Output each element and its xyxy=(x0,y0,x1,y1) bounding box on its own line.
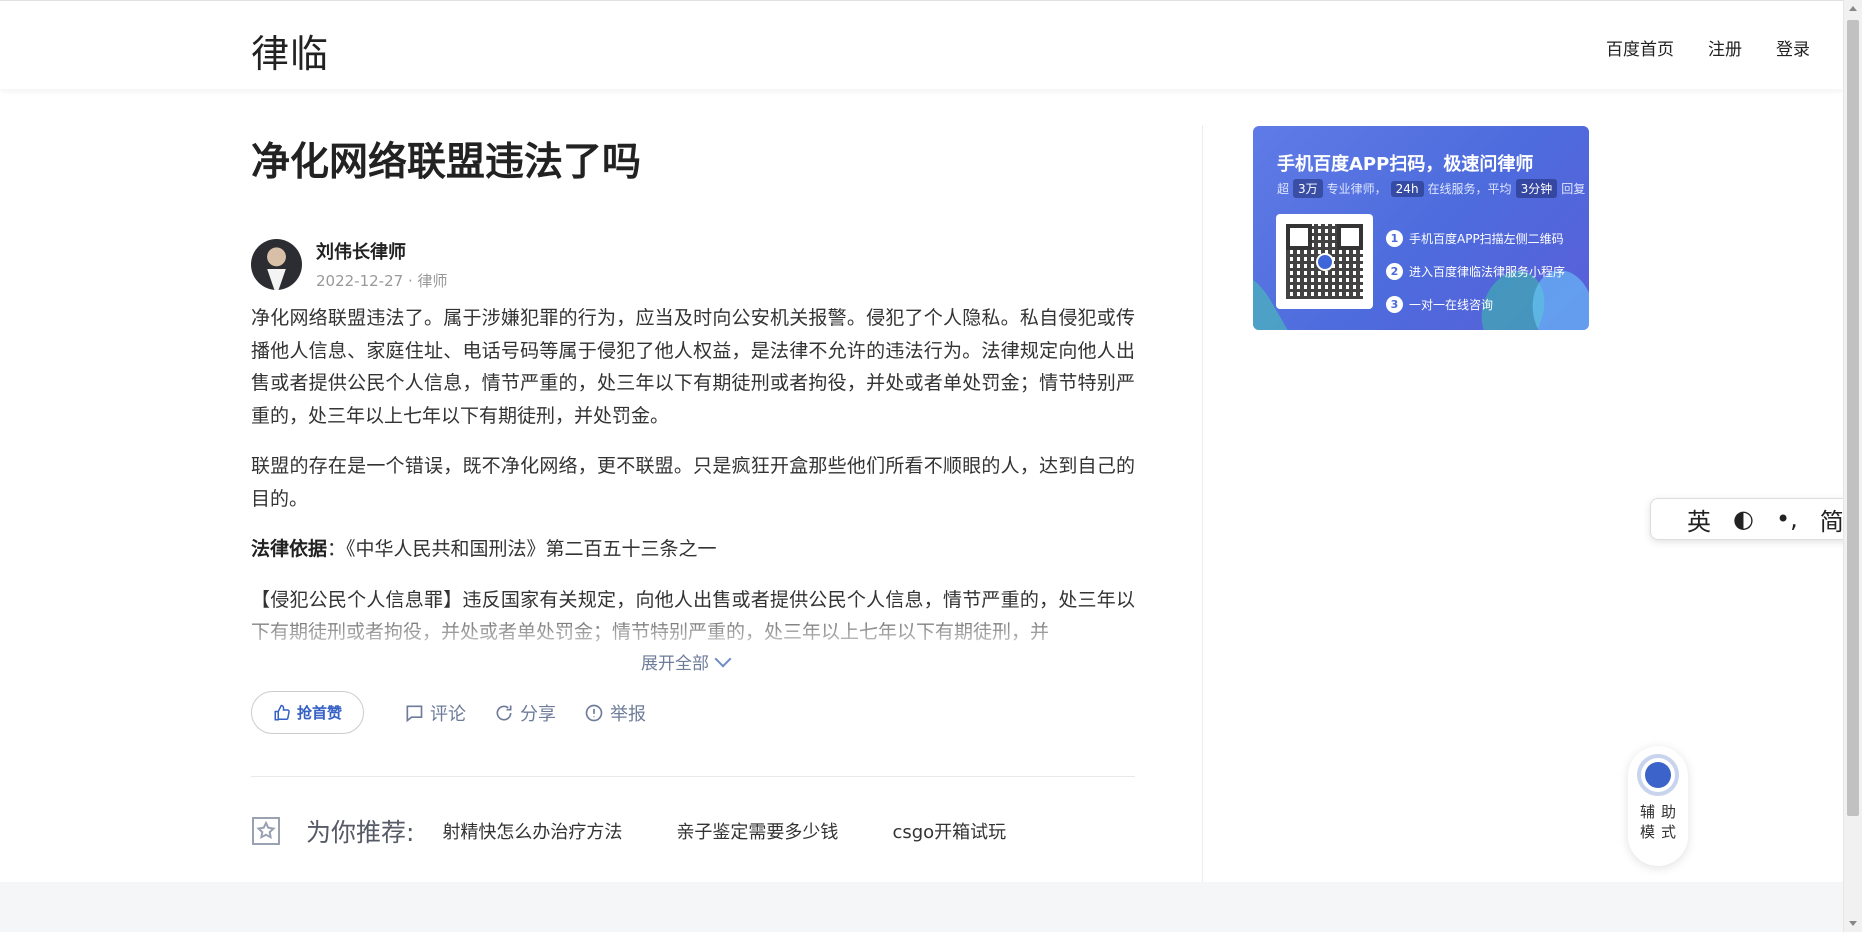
recommend-label: 为你推荐: xyxy=(306,818,415,847)
divider xyxy=(251,776,1135,777)
report-label: 举报 xyxy=(610,703,646,725)
article-paragraph: 净化网络联盟违法了。属于涉嫌犯罪的行为，应当及时向公安机关报警。侵犯了个人隐私。… xyxy=(251,307,1135,427)
promo-sub-text: 在线服务，平均 xyxy=(1427,182,1512,196)
promo-steps: 1 手机百度APP扫描左侧二维码 2 进入百度律临法律服务小程序 3 一对一在线咨询 xyxy=(1386,222,1565,321)
response-time-badge: 3分钟 xyxy=(1515,179,1558,198)
expand-all-button[interactable]: 展开全部 xyxy=(641,649,732,674)
like-label: 抢首赞 xyxy=(296,704,342,722)
top-nav: 百度首页 注册 登录 xyxy=(1606,35,1810,60)
scroll-up-arrow-icon[interactable] xyxy=(1849,6,1857,11)
scroll-down-arrow-icon[interactable] xyxy=(1849,921,1857,926)
recommend-link[interactable]: csgo开箱试玩 xyxy=(892,818,1006,844)
like-button[interactable]: 抢首赞 xyxy=(251,691,364,734)
author-date: 2022-12-27 · 律师 xyxy=(316,271,448,290)
author-name[interactable]: 刘伟长律师 xyxy=(316,238,447,264)
promo-sub-text: 超 xyxy=(1277,182,1290,196)
recommend-link[interactable]: 射精快怎么办治疗方法 xyxy=(442,818,622,844)
scroll-thumb[interactable] xyxy=(1847,20,1859,816)
legal-basis: 法律依据：《中华人民共和国刑法》第二百五十三条之一 xyxy=(251,533,1135,566)
expand-all-label: 展开全部 xyxy=(641,654,709,674)
article-paragraph: 联盟的存在是一个错误，既不净化网络，更不联盟。只是疯狂开盒那些他们所看不顺眼的人… xyxy=(251,455,1135,510)
action-bar: 抢首赞 评论 分享 举报 xyxy=(251,691,646,734)
punctuation-icon[interactable]: •, xyxy=(1776,505,1798,533)
comment-label: 评论 xyxy=(430,703,466,725)
hours-badge: 24h xyxy=(1390,180,1424,197)
promo-sub-text: 专业律师， xyxy=(1326,182,1387,196)
lawyer-count-badge: 3万 xyxy=(1293,179,1323,198)
promo-step: 2 进入百度律临法律服务小程序 xyxy=(1386,255,1565,288)
step-text: 进入百度律临法律服务小程序 xyxy=(1409,265,1566,279)
page-footer-band xyxy=(0,882,1843,932)
ime-toolbar: 英 ◐ •, 简 ☺ xyxy=(1650,498,1862,540)
assist-mode-label: 辅助模式 xyxy=(1639,803,1682,841)
promo-subtitle: 超 3万 专业律师， 24h 在线服务，平均 3分钟 回复 xyxy=(1277,179,1585,198)
author-meta: 刘伟长律师 2022-12-27 · 律师 xyxy=(316,238,447,291)
step-text: 一对一在线咨询 xyxy=(1409,298,1494,312)
promo-card[interactable]: 手机百度APP扫码，极速问律师 超 3万 专业律师， 24h 在线服务，平均 3… xyxy=(1253,126,1589,330)
share-label: 分享 xyxy=(520,703,556,725)
step-number: 1 xyxy=(1386,230,1403,247)
nav-baidu-home[interactable]: 百度首页 xyxy=(1606,35,1674,60)
thumbs-up-icon xyxy=(274,704,290,720)
step-text: 手机百度APP扫描左侧二维码 xyxy=(1409,232,1564,246)
share-button[interactable]: 分享 xyxy=(494,700,556,726)
comment-button[interactable]: 评论 xyxy=(404,700,466,726)
vertical-scrollbar[interactable] xyxy=(1843,0,1862,932)
author-block: 刘伟长律师 2022-12-27 · 律师 xyxy=(251,238,447,290)
qr-code xyxy=(1276,214,1373,309)
ime-simplified-toggle[interactable]: 简 xyxy=(1820,502,1844,537)
column-divider xyxy=(1202,125,1203,882)
star-bookmark-icon xyxy=(252,817,280,845)
legal-basis-label: 法律依据 xyxy=(251,538,328,560)
nav-login[interactable]: 登录 xyxy=(1776,35,1810,60)
step-number: 2 xyxy=(1386,263,1403,280)
article-title: 净化网络联盟违法了吗 xyxy=(251,140,642,185)
qr-logo-icon xyxy=(1315,252,1334,271)
share-icon xyxy=(496,705,512,721)
recommend-bar: 为你推荐: 射精快怎么办治疗方法 亲子鉴定需要多少钱 csgo开箱试玩 xyxy=(251,813,1060,849)
promo-title: 手机百度APP扫码，极速问律师 xyxy=(1277,154,1534,175)
chevron-down-icon xyxy=(714,650,732,667)
moon-icon[interactable]: ◐ xyxy=(1733,505,1754,533)
promo-step: 3 一对一在线咨询 xyxy=(1386,288,1565,321)
ime-lang-toggle[interactable]: 英 xyxy=(1687,502,1711,537)
site-header: 律临 百度首页 注册 登录 xyxy=(0,0,1843,89)
promo-sub-text: 回复 xyxy=(1561,182,1586,196)
report-button[interactable]: 举报 xyxy=(584,700,646,726)
comment-icon xyxy=(406,705,423,722)
recommend-link[interactable]: 亲子鉴定需要多少钱 xyxy=(676,818,838,844)
assist-mode-button[interactable]: 辅助模式 xyxy=(1628,746,1688,866)
step-number: 3 xyxy=(1386,296,1403,313)
report-icon xyxy=(585,704,603,721)
nav-register[interactable]: 注册 xyxy=(1708,35,1742,60)
accessibility-icon xyxy=(1637,754,1679,796)
article-body: 净化网络联盟违法了。属于涉嫌犯罪的行为，应当及时向公安机关报警。侵犯了个人隐私。… xyxy=(251,302,1135,667)
promo-step: 1 手机百度APP扫描左侧二维码 xyxy=(1386,222,1565,255)
legal-basis-text: ：《中华人民共和国刑法》第二百五十三条之一 xyxy=(327,538,717,560)
site-logo[interactable]: 律临 xyxy=(251,23,329,78)
author-avatar[interactable] xyxy=(251,238,302,290)
